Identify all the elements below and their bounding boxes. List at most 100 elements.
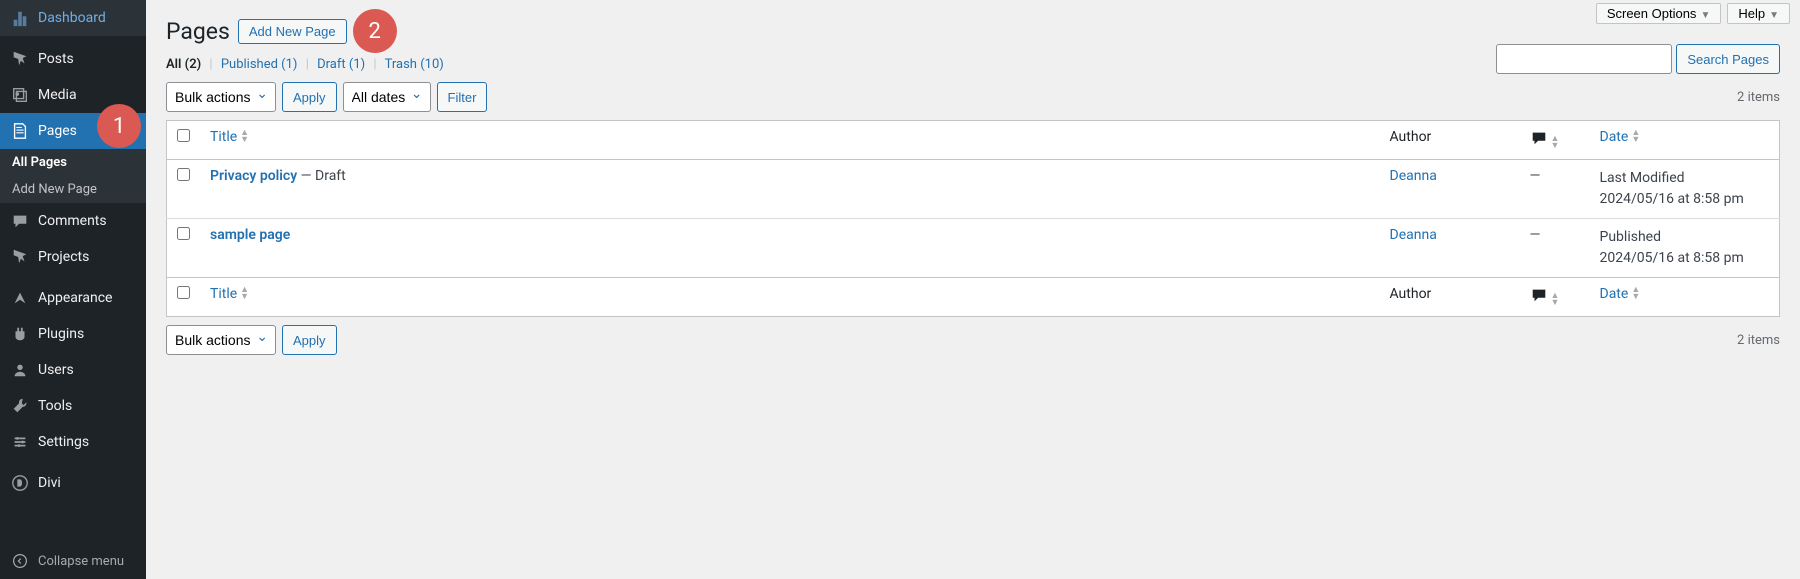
sidebar-label: Comments [38, 213, 107, 229]
row-author-link[interactable]: Deanna [1390, 227, 1437, 243]
table-row: sample page Deanna — Published2024/05/16… [167, 219, 1780, 278]
plugins-icon [10, 324, 30, 344]
sidebar-item-users[interactable]: Users [0, 352, 146, 388]
col-author: Author [1380, 121, 1520, 160]
search-input[interactable] [1496, 44, 1672, 74]
col-comments[interactable]: ▲▼ [1520, 121, 1590, 160]
sidebar-label: Settings [38, 434, 89, 450]
sidebar-item-settings[interactable]: Settings [0, 424, 146, 460]
col-title[interactable]: Title▲▼ [200, 121, 1380, 160]
top-buttons: Screen Options▼ Help▼ [1596, 3, 1790, 24]
dashboard-icon [10, 8, 30, 28]
col-date[interactable]: Date▲▼ [1590, 121, 1780, 160]
sidebar-label: Plugins [38, 326, 84, 342]
table-row: Privacy policy — Draft Deanna — Last Mod… [167, 160, 1780, 219]
row-date-value: 2024/05/16 at 8:58 pm [1600, 248, 1770, 269]
displaying-num: 2 items [1737, 90, 1780, 105]
sidebar-item-appearance[interactable]: Appearance [0, 280, 146, 316]
sidebar-label: Dashboard [38, 10, 106, 26]
comments-icon [1530, 286, 1548, 304]
submenu-add-new-page[interactable]: Add New Page [0, 176, 146, 203]
row-comments: — [1520, 219, 1590, 278]
row-date-value: 2024/05/16 at 8:58 pm [1600, 189, 1770, 210]
sort-icon: ▲▼ [1631, 130, 1640, 144]
screen-options-button[interactable]: Screen Options▼ [1596, 3, 1722, 24]
filter-trash[interactable]: Trash (10) [385, 57, 444, 72]
row-title-link[interactable]: Privacy policy [210, 168, 297, 184]
sidebar-label: Posts [38, 51, 74, 67]
row-status: — Draft [297, 168, 346, 184]
row-comments: — [1520, 160, 1590, 219]
sidebar-label: Divi [38, 475, 61, 491]
row-checkbox[interactable] [177, 168, 190, 181]
sidebar-item-tools[interactable]: Tools [0, 388, 146, 424]
collapse-label: Collapse menu [38, 554, 124, 569]
add-new-page-button[interactable]: Add New Page [238, 19, 347, 44]
sort-icon: ▲▼ [1551, 293, 1560, 307]
col-title-bottom[interactable]: Title▲▼ [200, 278, 1380, 317]
media-icon [10, 85, 30, 105]
main-content: Screen Options▼ Help▼ Pages Add New Page… [146, 0, 1800, 579]
users-icon [10, 360, 30, 380]
row-title-link[interactable]: sample page [210, 227, 290, 243]
tablenav-bottom: Bulk actions Apply 2 items [146, 317, 1800, 363]
chevron-down-icon: ▼ [1769, 10, 1779, 21]
filter-published[interactable]: Published (1) [221, 57, 298, 72]
search-pages-button[interactable]: Search Pages [1676, 44, 1780, 74]
chevron-down-icon: ▼ [1700, 10, 1710, 21]
sidebar-label: Projects [38, 249, 89, 265]
row-author-link[interactable]: Deanna [1390, 168, 1437, 184]
row-date-label: Last Modified [1600, 168, 1770, 189]
row-checkbox[interactable] [177, 227, 190, 240]
tablenav-top: Bulk actions Apply All dates Filter 2 it… [146, 80, 1800, 120]
apply-button-bottom[interactable]: Apply [282, 325, 337, 355]
pages-table: Title▲▼ Author ▲▼ Date▲▼ Privacy policy … [166, 120, 1780, 317]
sidebar-item-plugins[interactable]: Plugins [0, 316, 146, 352]
page-title: Pages [166, 18, 230, 45]
divi-icon [10, 473, 30, 493]
comments-icon [10, 211, 30, 231]
select-all-checkbox-bottom[interactable] [177, 286, 190, 299]
row-date-label: Published [1600, 227, 1770, 248]
posts-icon [10, 49, 30, 69]
sort-icon: ▲▼ [240, 130, 249, 144]
filter-button[interactable]: Filter [437, 82, 488, 112]
sidebar-item-projects[interactable]: Projects [0, 239, 146, 275]
sidebar-label: Media [38, 87, 77, 103]
sidebar-item-comments[interactable]: Comments [0, 203, 146, 239]
search-box: Search Pages [1496, 44, 1800, 82]
settings-icon [10, 432, 30, 452]
help-button[interactable]: Help▼ [1727, 3, 1790, 24]
col-comments-bottom[interactable]: ▲▼ [1520, 278, 1590, 317]
admin-sidebar: Dashboard Posts Media Pages All Pages Ad… [0, 0, 146, 579]
bulk-actions-select-bottom[interactable]: Bulk actions [166, 325, 276, 355]
collapse-icon [10, 551, 30, 571]
sidebar-label: Appearance [38, 290, 112, 306]
pages-icon [10, 121, 30, 141]
filter-draft[interactable]: Draft (1) [317, 57, 365, 72]
sort-icon: ▲▼ [240, 287, 249, 301]
sidebar-label: Pages [38, 123, 77, 139]
col-date-bottom[interactable]: Date▲▼ [1590, 278, 1780, 317]
appearance-icon [10, 288, 30, 308]
displaying-num-bottom: 2 items [1737, 333, 1780, 348]
sidebar-item-dashboard[interactable]: Dashboard [0, 0, 146, 36]
collapse-menu[interactable]: Collapse menu [0, 543, 146, 579]
sort-icon: ▲▼ [1551, 136, 1560, 150]
sidebar-label: Users [38, 362, 74, 378]
apply-button[interactable]: Apply [282, 82, 337, 112]
sidebar-item-posts[interactable]: Posts [0, 41, 146, 77]
callout-1: 1 [97, 104, 141, 148]
sidebar-label: Tools [38, 398, 72, 414]
comments-icon [1530, 129, 1548, 147]
submenu-all-pages[interactable]: All Pages [0, 149, 146, 176]
callout-2: 2 [353, 9, 397, 53]
col-author-bottom: Author [1380, 278, 1520, 317]
sidebar-item-divi[interactable]: Divi [0, 465, 146, 501]
bulk-actions-select[interactable]: Bulk actions [166, 82, 276, 112]
dates-select[interactable]: All dates [343, 82, 431, 112]
tools-icon [10, 396, 30, 416]
select-all-checkbox[interactable] [177, 129, 190, 142]
filter-all[interactable]: All (2) [166, 57, 201, 72]
sort-icon: ▲▼ [1631, 287, 1640, 301]
